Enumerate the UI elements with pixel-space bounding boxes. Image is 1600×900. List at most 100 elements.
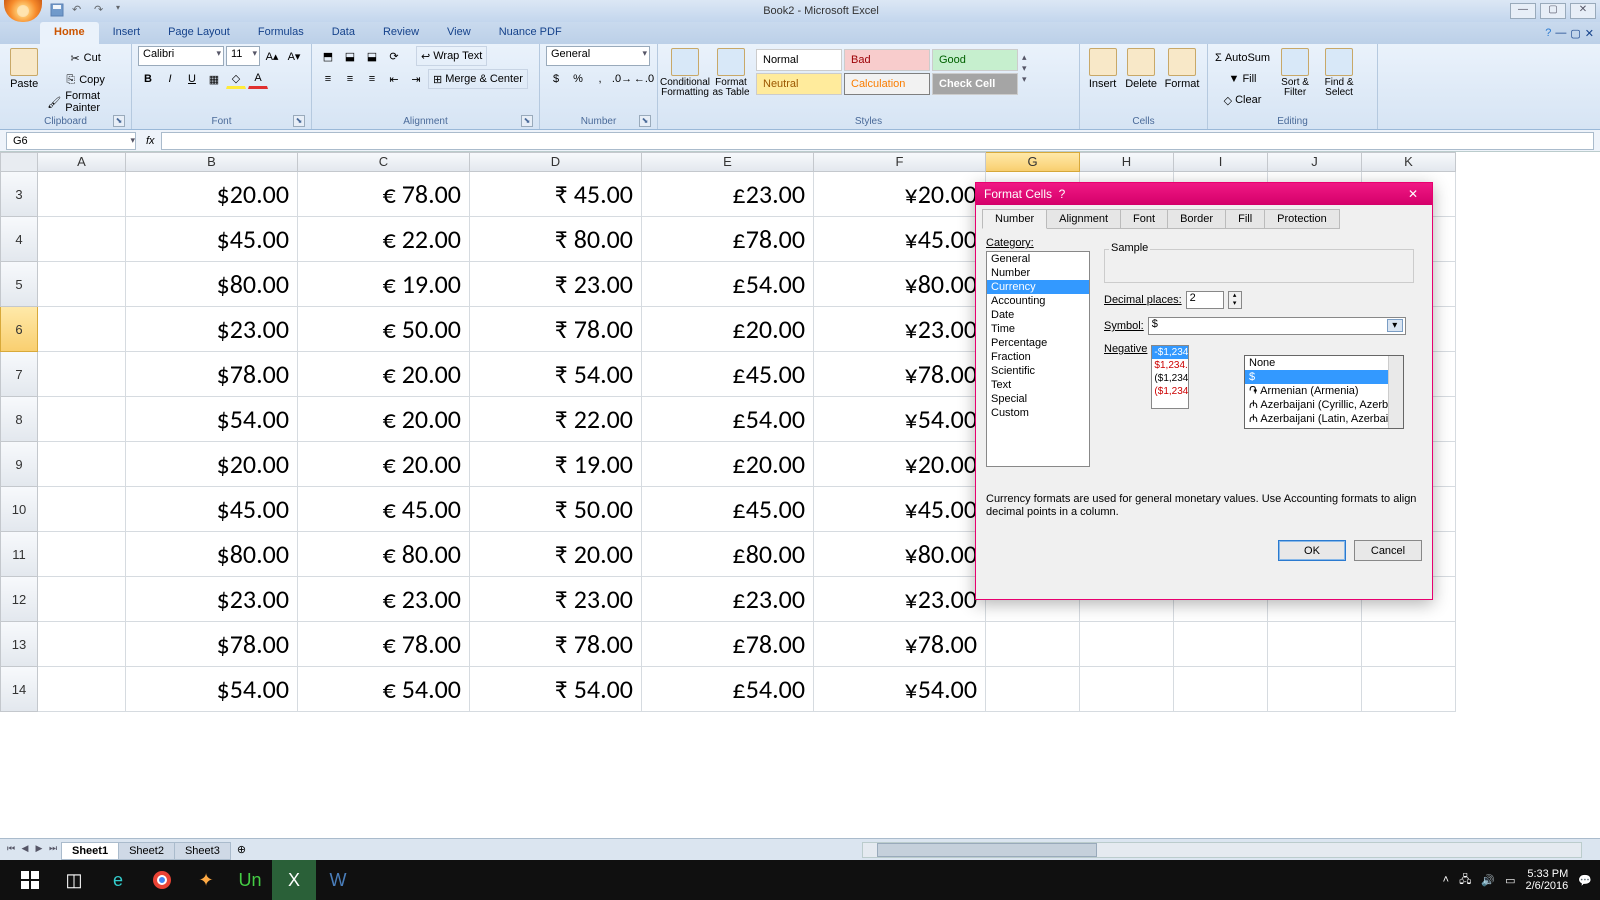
cell-C12[interactable]: € 23.00 <box>298 577 470 622</box>
cell-E12[interactable]: £23.00 <box>642 577 814 622</box>
cell-C14[interactable]: € 54.00 <box>298 667 470 712</box>
symbol-option[interactable]: ₼ Azerbaijani (Latin, Azerbaijan) <box>1245 412 1403 426</box>
delete-cells-button[interactable]: Delete <box>1123 46 1159 92</box>
cell-F13[interactable]: ¥78.00 <box>814 622 986 667</box>
align-middle-button[interactable]: ⬓ <box>340 46 360 66</box>
cell-H14[interactable] <box>1080 667 1174 712</box>
styles-down-icon[interactable]: ▾ <box>1022 63 1027 74</box>
cell-A9[interactable] <box>38 442 126 487</box>
cell-B8[interactable]: $54.00 <box>126 397 298 442</box>
category-percentage[interactable]: Percentage <box>987 336 1089 350</box>
cell-K14[interactable] <box>1362 667 1456 712</box>
category-number[interactable]: Number <box>987 266 1089 280</box>
wrap-text-button[interactable]: ↩Wrap Text <box>416 46 487 66</box>
row-header-4[interactable]: 4 <box>0 217 38 262</box>
cell-G14[interactable] <box>986 667 1080 712</box>
format-cells-button[interactable]: Format <box>1163 46 1201 92</box>
ribbon-tab-formulas[interactable]: Formulas <box>244 22 318 44</box>
minimize-button[interactable]: — <box>1510 3 1536 19</box>
cell-A7[interactable] <box>38 352 126 397</box>
row-header-5[interactable]: 5 <box>0 262 38 307</box>
conditional-formatting-button[interactable]: Conditional Formatting <box>664 46 706 100</box>
fill-button[interactable]: ▼Fill <box>1214 69 1271 89</box>
start-button[interactable] <box>8 860 52 900</box>
increase-indent-button[interactable]: ⇥ <box>406 69 426 89</box>
percent-button[interactable]: % <box>568 69 588 89</box>
clear-button[interactable]: ◇Clear <box>1214 90 1271 110</box>
category-text[interactable]: Text <box>987 378 1089 392</box>
tray-volume-icon[interactable]: 🔊 <box>1481 874 1495 887</box>
cell-D10[interactable]: ₹ 50.00 <box>470 487 642 532</box>
dialog-titlebar[interactable]: Format Cells ? ✕ <box>976 183 1432 205</box>
dialog-close-button[interactable]: ✕ <box>1402 187 1424 201</box>
currency-button[interactable]: $ <box>546 69 566 89</box>
negative-numbers-list[interactable]: -$1,234.$1,234.1($1,234.($1,234. <box>1151 345 1189 409</box>
cell-C3[interactable]: € 78.00 <box>298 172 470 217</box>
symbol-option[interactable]: $ <box>1245 370 1403 384</box>
cell-J13[interactable] <box>1268 622 1362 667</box>
cell-D4[interactable]: ₹ 80.00 <box>470 217 642 262</box>
symbol-option[interactable]: ₽ Bashkir (Russia) <box>1245 426 1403 429</box>
cut-button[interactable]: ✂Cut <box>46 48 125 68</box>
cell-B9[interactable]: $20.00 <box>126 442 298 487</box>
sheet-tab-sheet1[interactable]: Sheet1 <box>61 842 119 860</box>
dlg-tab-alignment[interactable]: Alignment <box>1046 209 1121 229</box>
row-header-3[interactable]: 3 <box>0 172 38 217</box>
cell-E14[interactable]: £54.00 <box>642 667 814 712</box>
category-list[interactable]: GeneralNumberCurrencyAccountingDateTimeP… <box>986 251 1090 467</box>
dlg-tab-fill[interactable]: Fill <box>1225 209 1265 229</box>
cell-A12[interactable] <box>38 577 126 622</box>
cell-E7[interactable]: £45.00 <box>642 352 814 397</box>
select-all-corner[interactable] <box>0 152 38 172</box>
font-color-button[interactable]: A <box>248 69 268 89</box>
cell-C7[interactable]: € 20.00 <box>298 352 470 397</box>
cell-F12[interactable]: ¥23.00 <box>814 577 986 622</box>
cell-E3[interactable]: £23.00 <box>642 172 814 217</box>
cell-D7[interactable]: ₹ 54.00 <box>470 352 642 397</box>
cell-A11[interactable] <box>38 532 126 577</box>
sheet-nav-first[interactable]: ⏮ <box>4 843 18 857</box>
cell-F7[interactable]: ¥78.00 <box>814 352 986 397</box>
style-bad[interactable]: Bad <box>844 49 930 71</box>
category-accounting[interactable]: Accounting <box>987 294 1089 308</box>
fx-icon[interactable]: fx <box>146 135 155 147</box>
cell-A6[interactable] <box>38 307 126 352</box>
cell-F11[interactable]: ¥80.00 <box>814 532 986 577</box>
cell-A13[interactable] <box>38 622 126 667</box>
format-painter-button[interactable]: 🖌Format Painter <box>46 92 125 112</box>
edge-icon[interactable]: e <box>96 860 140 900</box>
font-size-combo[interactable]: 11 <box>226 46 260 66</box>
category-time[interactable]: Time <box>987 322 1089 336</box>
cell-F6[interactable]: ¥23.00 <box>814 307 986 352</box>
border-button[interactable]: ▦ <box>204 69 224 89</box>
number-format-combo[interactable]: General <box>546 46 650 66</box>
font-launcher[interactable]: ⬊ <box>293 115 305 127</box>
dialog-help-button[interactable]: ? <box>1052 187 1072 201</box>
increase-decimal-button[interactable]: .0→ <box>612 69 632 89</box>
row-header-7[interactable]: 7 <box>0 352 38 397</box>
underline-button[interactable]: U <box>182 69 202 89</box>
col-header-B[interactable]: B <box>126 152 298 172</box>
col-header-E[interactable]: E <box>642 152 814 172</box>
category-custom[interactable]: Custom <box>987 406 1089 420</box>
category-date[interactable]: Date <box>987 308 1089 322</box>
formula-input[interactable] <box>161 132 1594 150</box>
cell-B7[interactable]: $78.00 <box>126 352 298 397</box>
cell-E9[interactable]: £20.00 <box>642 442 814 487</box>
cell-A8[interactable] <box>38 397 126 442</box>
ribbon-tab-view[interactable]: View <box>433 22 485 44</box>
bold-button[interactable]: B <box>138 69 158 89</box>
ribbon-tab-page-layout[interactable]: Page Layout <box>154 22 244 44</box>
col-header-H[interactable]: H <box>1080 152 1174 172</box>
cell-E11[interactable]: £80.00 <box>642 532 814 577</box>
cell-F9[interactable]: ¥20.00 <box>814 442 986 487</box>
orientation-button[interactable]: ⟳ <box>384 46 404 66</box>
name-box-dropdown-icon[interactable]: ▾ <box>130 135 135 146</box>
sort-filter-button[interactable]: Sort & Filter <box>1275 46 1315 100</box>
cell-I13[interactable] <box>1174 622 1268 667</box>
cell-D3[interactable]: ₹ 45.00 <box>470 172 642 217</box>
cell-J14[interactable] <box>1268 667 1362 712</box>
app-icon-2[interactable]: Un <box>228 860 272 900</box>
negative-option[interactable]: -$1,234. <box>1152 346 1188 359</box>
task-view-button[interactable]: ◫ <box>52 860 96 900</box>
